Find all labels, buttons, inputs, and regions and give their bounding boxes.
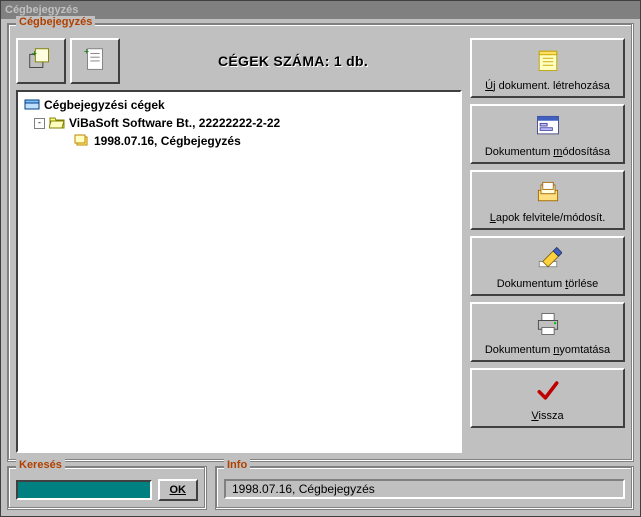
tree-root-label: Cégbejegyzési cégek: [44, 98, 165, 112]
print-doc-label: yomtatása: [559, 344, 610, 356]
search-group: Keresés OK: [7, 466, 207, 510]
tree-root[interactable]: Cégbejegyzési cégek: [24, 96, 454, 114]
delete-document-action[interactable]: Dokumentum törlése: [470, 236, 625, 296]
main-group: Cégbejegyzés +: [7, 23, 634, 462]
info-group: Info 1998.07.16, Cégbejegyzés: [215, 466, 634, 510]
tree-indent: [24, 141, 70, 142]
new-document-icon: +: [80, 45, 110, 78]
tree-company[interactable]: - ViBaSoft Software Bt., 22222222-2-22: [24, 114, 454, 132]
titlebar: Cégbejegyzés: [1, 1, 640, 19]
tree-document[interactable]: 1998.07.16, Cégbejegyzés: [24, 132, 454, 150]
info-value: 1998.07.16, Cégbejegyzés: [224, 479, 625, 499]
pages-action[interactable]: Lapok felvitele/módosít.: [470, 170, 625, 230]
window-title: Cégbejegyzés: [5, 4, 78, 16]
new-document-action[interactable]: Új dokument. létrehozása: [470, 38, 625, 98]
form-edit-icon: [534, 113, 562, 142]
search-ok-button[interactable]: OK: [158, 479, 199, 501]
svg-text:+: +: [32, 48, 37, 58]
tree-company-label: ViBaSoft Software Bt., 22222222-2-22: [69, 116, 280, 130]
new-doc-label: j dokument. létrehozása: [493, 80, 610, 92]
folder-open-icon: [49, 115, 65, 132]
new-company-button[interactable]: +: [16, 38, 66, 84]
client-area: Cégbejegyzés +: [1, 19, 640, 516]
back-action[interactable]: Vissza: [470, 368, 625, 428]
bottom-row: Keresés OK Info 1998.07.16, Cégbejegyzés: [7, 466, 634, 510]
modify-doc-label: ódosítása: [562, 146, 610, 158]
info-legend: Info: [224, 459, 250, 471]
notepad-icon: [534, 47, 562, 76]
toolbar: + +: [16, 36, 462, 86]
svg-text:+: +: [84, 46, 89, 56]
left-column: + +: [16, 36, 462, 453]
app-window: Cégbejegyzés Cégbejegyzés +: [0, 0, 641, 517]
company-count-label: CÉGEK SZÁMA: 1 db.: [124, 53, 462, 69]
main-group-legend: Cégbejegyzés: [16, 16, 95, 28]
document-stack-icon: [74, 133, 90, 150]
print-doc-label-pre: Dokumentum: [485, 344, 553, 356]
pages-label: apok felvitele/módosít.: [496, 212, 605, 224]
modify-document-action[interactable]: Dokumentum módosítása: [470, 104, 625, 164]
search-input[interactable]: [16, 480, 152, 500]
printer-icon: [534, 311, 562, 340]
tree-view[interactable]: Cégbejegyzési cégek - ViBaSoft Software …: [16, 90, 462, 453]
back-label: issza: [539, 410, 564, 422]
checkmark-icon: [534, 377, 562, 406]
tree-document-label: 1998.07.16, Cégbejegyzés: [94, 134, 241, 148]
database-icon: [24, 97, 40, 114]
search-legend: Keresés: [16, 459, 65, 471]
card-box-icon: [534, 179, 562, 208]
tree-collapse-toggle[interactable]: -: [34, 118, 45, 129]
action-column: Új dokument. létrehozása: [470, 36, 625, 453]
delete-doc-label-pre: Dokumentum: [497, 278, 565, 290]
modify-doc-label-pre: Dokumentum: [485, 146, 553, 158]
new-company-icon: +: [26, 45, 56, 78]
delete-doc-label: örlése: [568, 278, 598, 290]
eraser-icon: [534, 245, 562, 274]
print-document-action[interactable]: Dokumentum nyomtatása: [470, 302, 625, 362]
tree-indent: [24, 123, 30, 124]
new-document-button[interactable]: +: [70, 38, 120, 84]
